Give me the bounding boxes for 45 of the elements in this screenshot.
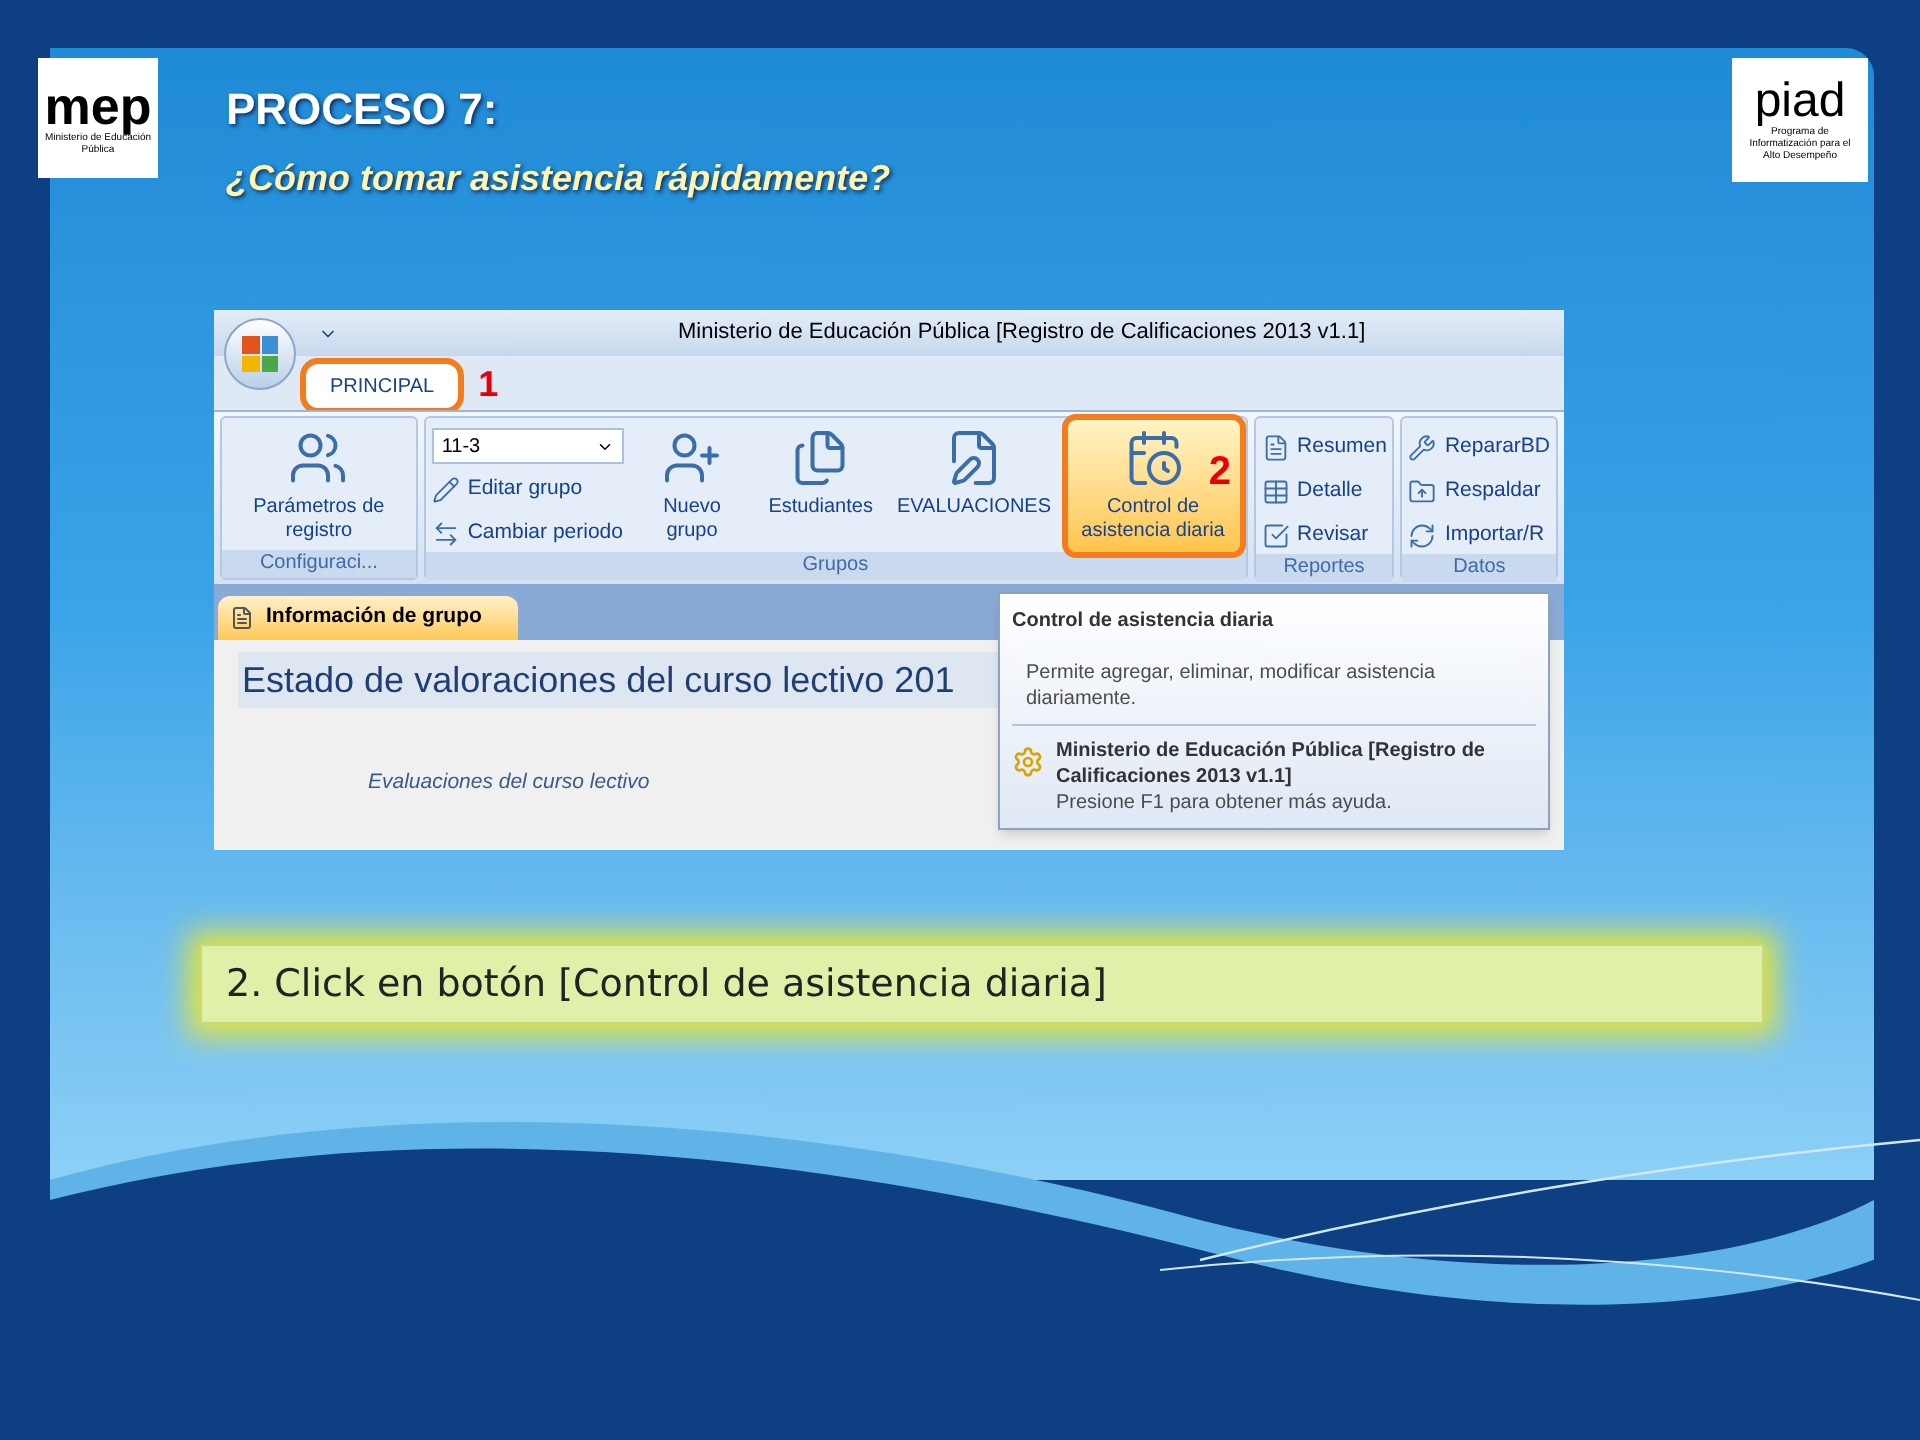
ribbon-small-button[interactable]: Detalle xyxy=(1261,472,1387,510)
pencil-icon xyxy=(431,475,460,503)
slide-subtitle: ¿Cómo tomar asistencia rápidamente? xyxy=(226,160,891,196)
files-icon xyxy=(790,428,851,488)
ribbon-small-button[interactable]: Editar grupo xyxy=(431,470,624,508)
logo-mark: piad xyxy=(1754,78,1846,126)
document-tab[interactable]: Información de grupo xyxy=(218,596,518,640)
tooltip-app-name: Ministerio de Educación Pública [Registro de Calificaciones 2013 v1.1] xyxy=(1056,738,1487,790)
sync-icon xyxy=(1408,521,1437,549)
window-title: Ministerio de Educación Pública [Registro de Calificaciones 2013 v1.1] xyxy=(678,318,1366,349)
ribbon-small-button[interactable]: Resumen xyxy=(1261,428,1387,466)
office-orb-icon[interactable] xyxy=(224,318,296,390)
ribbon-button[interactable]: Estudiantes xyxy=(760,420,881,552)
document-icon xyxy=(1261,433,1290,461)
ribbon-small-button[interactable]: Respaldar xyxy=(1408,472,1550,510)
group-label: Datos xyxy=(1402,554,1556,582)
folder-icon xyxy=(1408,477,1437,505)
group-label: Configuraci... xyxy=(222,550,416,578)
ribbon-small-button[interactable]: RepararBD xyxy=(1408,428,1550,466)
document-icon xyxy=(230,606,254,630)
table-icon xyxy=(1261,477,1290,505)
ribbon-small-button[interactable]: Cambiar periodo xyxy=(431,514,624,552)
user-add-icon xyxy=(662,428,723,488)
logo-mark: mep xyxy=(44,80,152,132)
ribbon-button[interactable]: Parámetros de registro xyxy=(228,420,410,550)
step-number: 1 xyxy=(478,365,499,401)
swap-icon xyxy=(431,519,460,547)
link[interactable]: Evaluaciones del curso lectivo xyxy=(368,768,650,800)
ribbon-small-button[interactable]: Revisar xyxy=(1261,516,1387,554)
wrench-icon xyxy=(1408,433,1437,461)
tooltip-title: Control de asistencia diaria xyxy=(1012,608,1276,636)
users-icon xyxy=(288,428,349,488)
ribbon-button[interactable]: Nuevo grupo xyxy=(631,420,753,552)
checkbox-icon xyxy=(1261,521,1290,549)
group-label: Grupos xyxy=(425,552,1246,580)
group-label: Reportes xyxy=(1255,554,1393,582)
caption-text: 2. Click en botón [Control de asistencia diaria] xyxy=(226,959,1107,1010)
step-number: 2 xyxy=(1208,452,1232,492)
group-dropdown[interactable]: 11-3 xyxy=(431,428,624,464)
ribbon-button[interactable]: EVALUACIONES xyxy=(888,420,1060,552)
gear-icon xyxy=(1012,746,1044,778)
tooltip-help: Presione F1 para obtener más ayuda. xyxy=(1056,790,1394,816)
ribbon-small-button[interactable]: Importar/R xyxy=(1408,516,1550,554)
slide-title: PROCESO 7: xyxy=(226,88,500,132)
ribbon-tab[interactable]: PRINCIPAL xyxy=(306,364,459,408)
